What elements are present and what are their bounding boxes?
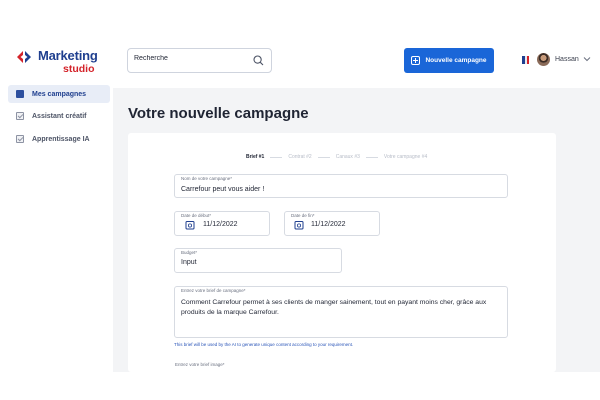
end-date-value[interactable]: 11/12/2022 xyxy=(311,221,346,228)
campaign-name-value[interactable]: Carrefour peut vous aider ! xyxy=(181,186,264,193)
chevron-down-icon[interactable] xyxy=(583,56,591,62)
step-contrat[interactable]: Contrat #2 xyxy=(288,154,311,160)
step-canaux[interactable]: Canaux #3 xyxy=(336,154,360,160)
sidebar-item-mes-campagnes[interactable]: Mes campagnes xyxy=(8,85,110,103)
page-title: Votre nouvelle campagne xyxy=(128,105,309,122)
avatar[interactable] xyxy=(537,53,550,66)
stepper: Brief #1 Contrat #2 Canaux #3 Votre camp… xyxy=(246,154,427,160)
search-icon[interactable] xyxy=(253,55,264,66)
step-votre-campagne[interactable]: Votre campagne #4 xyxy=(384,154,427,160)
brand-subtitle: studio xyxy=(63,63,95,75)
calendar-icon[interactable] xyxy=(294,220,304,230)
end-date-label: Date de fin* xyxy=(291,213,315,218)
start-date-label: Date de début* xyxy=(181,213,212,218)
campaign-name-label: Nom de votre campagne* xyxy=(181,176,233,181)
sidebar-item-label: Mes campagnes xyxy=(32,90,87,98)
step-connector xyxy=(317,156,330,158)
checkbox-icon xyxy=(16,135,24,143)
new-campaign-label: Nouvelle campagne xyxy=(425,57,487,64)
step-connector xyxy=(270,156,283,158)
plus-icon xyxy=(411,56,421,65)
budget-field[interactable] xyxy=(174,248,342,273)
budget-label: Budget* xyxy=(181,250,198,255)
calendar-icon[interactable] xyxy=(185,220,195,230)
sidebar-item-label: Assistant créatif xyxy=(32,112,87,120)
carrefour-logo-icon xyxy=(17,51,31,63)
brand-logo[interactable]: Marketing studio xyxy=(14,48,110,76)
sidebar-item-assistant-creatif[interactable]: Assistant créatif xyxy=(8,107,110,125)
start-date-value[interactable]: 11/12/2022 xyxy=(203,221,238,228)
image-brief-label: Entrez votre brief image* xyxy=(175,362,225,367)
campaign-brief-label: Entrez votre brief de campagne* xyxy=(181,288,246,293)
step-connector xyxy=(365,156,378,158)
campaign-brief-text[interactable]: Comment Carrefour permet à ses clients d… xyxy=(181,298,499,318)
app-window: Marketing studio Mes campagnes Assistant… xyxy=(0,0,600,372)
new-campaign-button[interactable]: Nouvelle campagne xyxy=(404,48,494,73)
sidebar-item-label: Apprentissage IA xyxy=(32,135,90,143)
step-brief[interactable]: Brief #1 xyxy=(246,154,264,160)
checkbox-icon xyxy=(16,112,24,120)
search-box[interactable] xyxy=(127,48,272,73)
search-input[interactable] xyxy=(134,55,249,62)
language-icon[interactable] xyxy=(522,56,529,64)
budget-value[interactable]: Input xyxy=(181,259,197,266)
sidebar-item-apprentissage-ia[interactable]: Apprentissage IA xyxy=(8,130,110,148)
campaign-brief-hint: This brief will be used by the AI to gen… xyxy=(174,342,354,347)
brand-title: Marketing xyxy=(38,48,98,63)
campaign-icon xyxy=(16,90,24,98)
user-name[interactable]: Hassan xyxy=(555,56,579,63)
